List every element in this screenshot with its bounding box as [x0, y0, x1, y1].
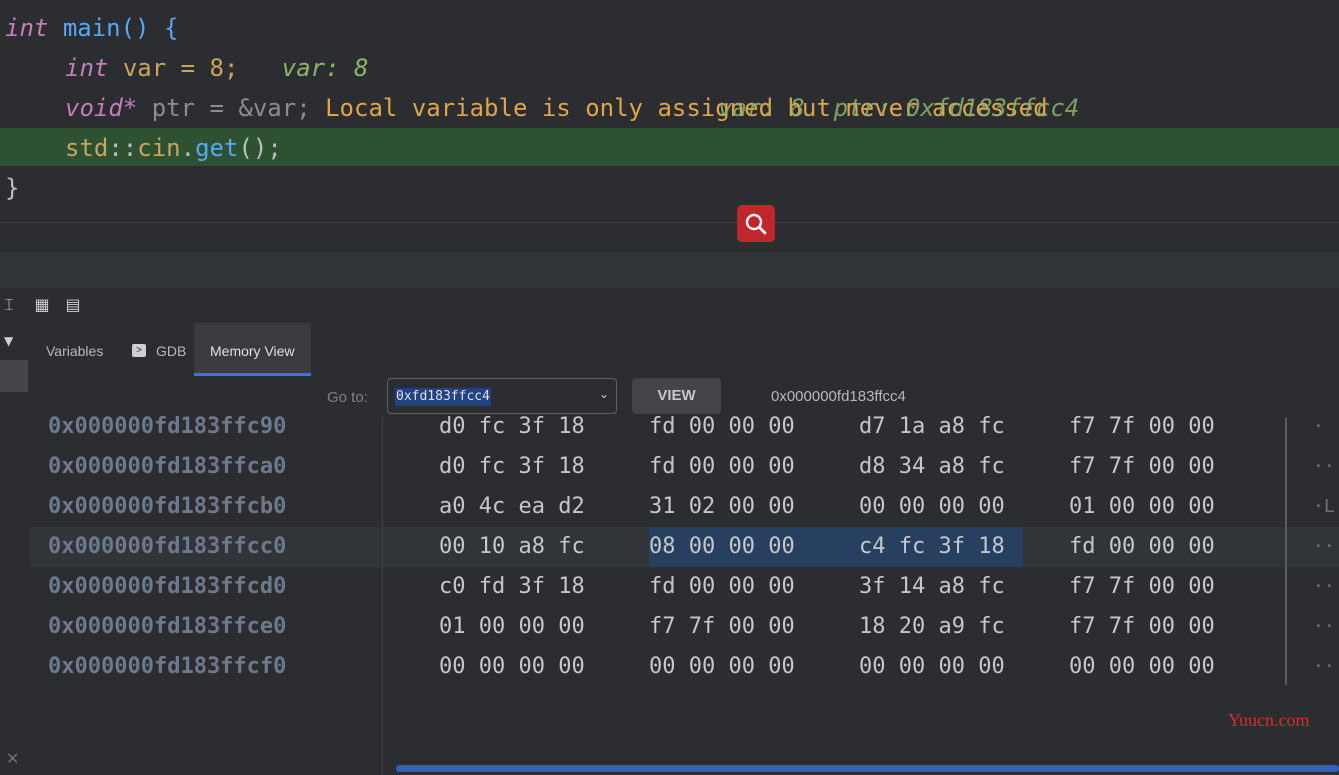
horizontal-scrollbar[interactable] — [396, 765, 1339, 772]
tab-variables[interactable]: Variables — [30, 323, 119, 375]
function-signature: main() { — [62, 14, 179, 42]
memory-ascii: ·· — [1313, 536, 1335, 557]
memory-ascii: ·· — [1313, 616, 1335, 637]
memory-byte-group[interactable]: 00 00 00 00 — [1069, 647, 1215, 687]
memory-byte-group[interactable]: f7 7f 00 00 — [1069, 447, 1215, 487]
panel-header-strip — [0, 252, 1339, 288]
watermark: Yuucn.com — [1228, 710, 1310, 730]
memory-byte-group[interactable]: 00 00 00 00 — [859, 647, 1005, 687]
goto-label: Go to: — [327, 389, 368, 406]
memory-byte-group[interactable]: d8 34 a8 fc — [859, 447, 1005, 487]
chevron-down-icon[interactable]: ▼ — [4, 334, 13, 348]
memory-ascii: ·L — [1313, 496, 1335, 517]
ascii-column-divider — [1285, 418, 1287, 685]
keyword: int — [65, 54, 109, 82]
memory-address: 0x000000fd183ffcb0 — [48, 494, 287, 519]
memory-byte-group[interactable]: 00 00 00 00 — [859, 487, 1005, 527]
tab-memory-view[interactable]: Memory View — [194, 323, 311, 376]
memory-row[interactable]: 0x000000fd183ffc90 d0 fc 3f 18 fd 00 00 00… — [30, 407, 1339, 447]
editor-divider — [0, 222, 1339, 223]
memory-byte-group[interactable]: 00 00 00 00 — [439, 647, 585, 687]
search-button[interactable] — [737, 205, 775, 242]
memory-byte-group[interactable]: d7 1a a8 fc — [859, 407, 1005, 447]
table-view-icon[interactable]: ▦ — [33, 296, 51, 314]
memory-byte-group[interactable]: 00 10 a8 fc — [439, 527, 585, 567]
memory-address: 0x000000fd183ffce0 — [48, 614, 287, 639]
memory-byte-group[interactable]: f7 7f 00 00 — [1069, 407, 1215, 447]
memory-byte-group[interactable]: 01 00 00 00 — [439, 607, 585, 647]
memory-row[interactable]: 0x000000fd183ffcf0 00 00 00 00 00 00 00 00… — [30, 647, 1339, 687]
code-line-4[interactable]: std::cin.get(); — [65, 128, 282, 168]
inline-value-hint: var: 8 — [281, 54, 369, 82]
function-call: get — [195, 134, 239, 162]
current-address-readout: 0x000000fd183ffcc4 — [771, 388, 906, 405]
memory-byte-group[interactable]: 08 00 00 00 — [649, 527, 795, 567]
goto-address-input[interactable]: 0xfd183ffcc4 — [395, 388, 491, 406]
keyword: void* — [65, 94, 138, 122]
memory-address: 0x000000fd183ffcf0 — [48, 654, 287, 679]
memory-ascii: ·· — [1313, 656, 1335, 677]
memory-row[interactable]: 0x000000fd183ffca0 d0 fc 3f 18 fd 00 00 00… — [30, 447, 1339, 487]
memory-byte-group[interactable]: fd 00 00 00 — [1069, 527, 1215, 567]
memory-row[interactable]: 0x000000fd183ffce0 01 00 00 00 f7 7f 00 00… — [30, 607, 1339, 647]
memory-byte-group[interactable]: c0 fd 3f 18 — [439, 567, 585, 607]
memory-ascii: ·· — [1313, 576, 1335, 597]
text-cursor-icon[interactable]: ⌶ — [0, 296, 18, 314]
code-editor[interactable]: int main() { int var = 8; var: 8 void* p… — [0, 0, 1339, 222]
memory-address: 0x000000fd183ffc90 — [48, 414, 287, 439]
code-line-5[interactable]: } — [5, 168, 19, 208]
layout-icon[interactable]: ▤ — [64, 296, 82, 314]
memory-address: 0x000000fd183ffcc0 — [48, 534, 287, 559]
memory-byte-group[interactable]: d0 fc 3f 18 — [439, 447, 585, 487]
memory-byte-group[interactable]: d0 fc 3f 18 — [439, 407, 585, 447]
memory-byte-group[interactable]: fd 00 00 00 — [649, 447, 795, 487]
memory-ascii: · — [1313, 416, 1324, 437]
chevron-down-icon[interactable]: ⌄ — [599, 387, 609, 401]
memory-byte-group[interactable]: f7 7f 00 00 — [1069, 607, 1215, 647]
address-column-divider — [382, 418, 383, 775]
memory-address: 0x000000fd183ffca0 — [48, 454, 287, 479]
memory-byte-group[interactable]: 3f 14 a8 fc — [859, 567, 1005, 607]
namespace: std — [65, 134, 109, 162]
memory-byte-group[interactable]: 01 00 00 00 — [1069, 487, 1215, 527]
memory-byte-group[interactable]: a0 4c ea d2 — [439, 487, 585, 527]
inline-value-hint-overlap: var: 8 ptr: 0xfd183ffcc4 — [718, 94, 1080, 122]
console-icon: > — [132, 343, 146, 357]
left-rail-selected-item[interactable] — [0, 360, 28, 392]
memory-row[interactable]: 0x000000fd183ffcc0 00 10 a8 fc 08 00 00 00… — [30, 527, 1339, 567]
memory-row[interactable]: 0x000000fd183ffcb0 a0 4c ea d2 31 02 00 00… — [30, 487, 1339, 527]
memory-byte-group[interactable]: 18 20 a9 fc — [859, 607, 1005, 647]
code-text: var = 8; — [122, 54, 239, 82]
memory-byte-group[interactable]: c4 fc 3f 18 — [859, 527, 1005, 567]
memory-byte-group[interactable]: f7 7f 00 00 — [1069, 567, 1215, 607]
close-icon[interactable]: ✕ — [6, 749, 19, 768]
keyword: int — [5, 14, 49, 42]
tab-gdb[interactable]: > GDB — [116, 323, 202, 375]
memory-ascii: ·· — [1313, 456, 1335, 477]
code-line-2[interactable]: int var = 8; var: 8 — [65, 48, 368, 88]
memory-byte-group[interactable]: 00 00 00 00 — [649, 647, 795, 687]
memory-byte-group[interactable]: fd 00 00 00 — [649, 407, 795, 447]
memory-row[interactable]: 0x000000fd183ffcd0 c0 fd 3f 18 fd 00 00 00… — [30, 567, 1339, 607]
memory-byte-group[interactable]: 31 02 00 00 — [649, 487, 795, 527]
code-line-1[interactable]: int main() { — [5, 8, 178, 48]
memory-address: 0x000000fd183ffcd0 — [48, 574, 287, 599]
search-icon — [745, 213, 767, 234]
memory-byte-group[interactable]: f7 7f 00 00 — [649, 607, 795, 647]
memory-byte-group[interactable]: fd 00 00 00 — [649, 567, 795, 607]
code-text: ptr = &var; — [151, 94, 311, 122]
